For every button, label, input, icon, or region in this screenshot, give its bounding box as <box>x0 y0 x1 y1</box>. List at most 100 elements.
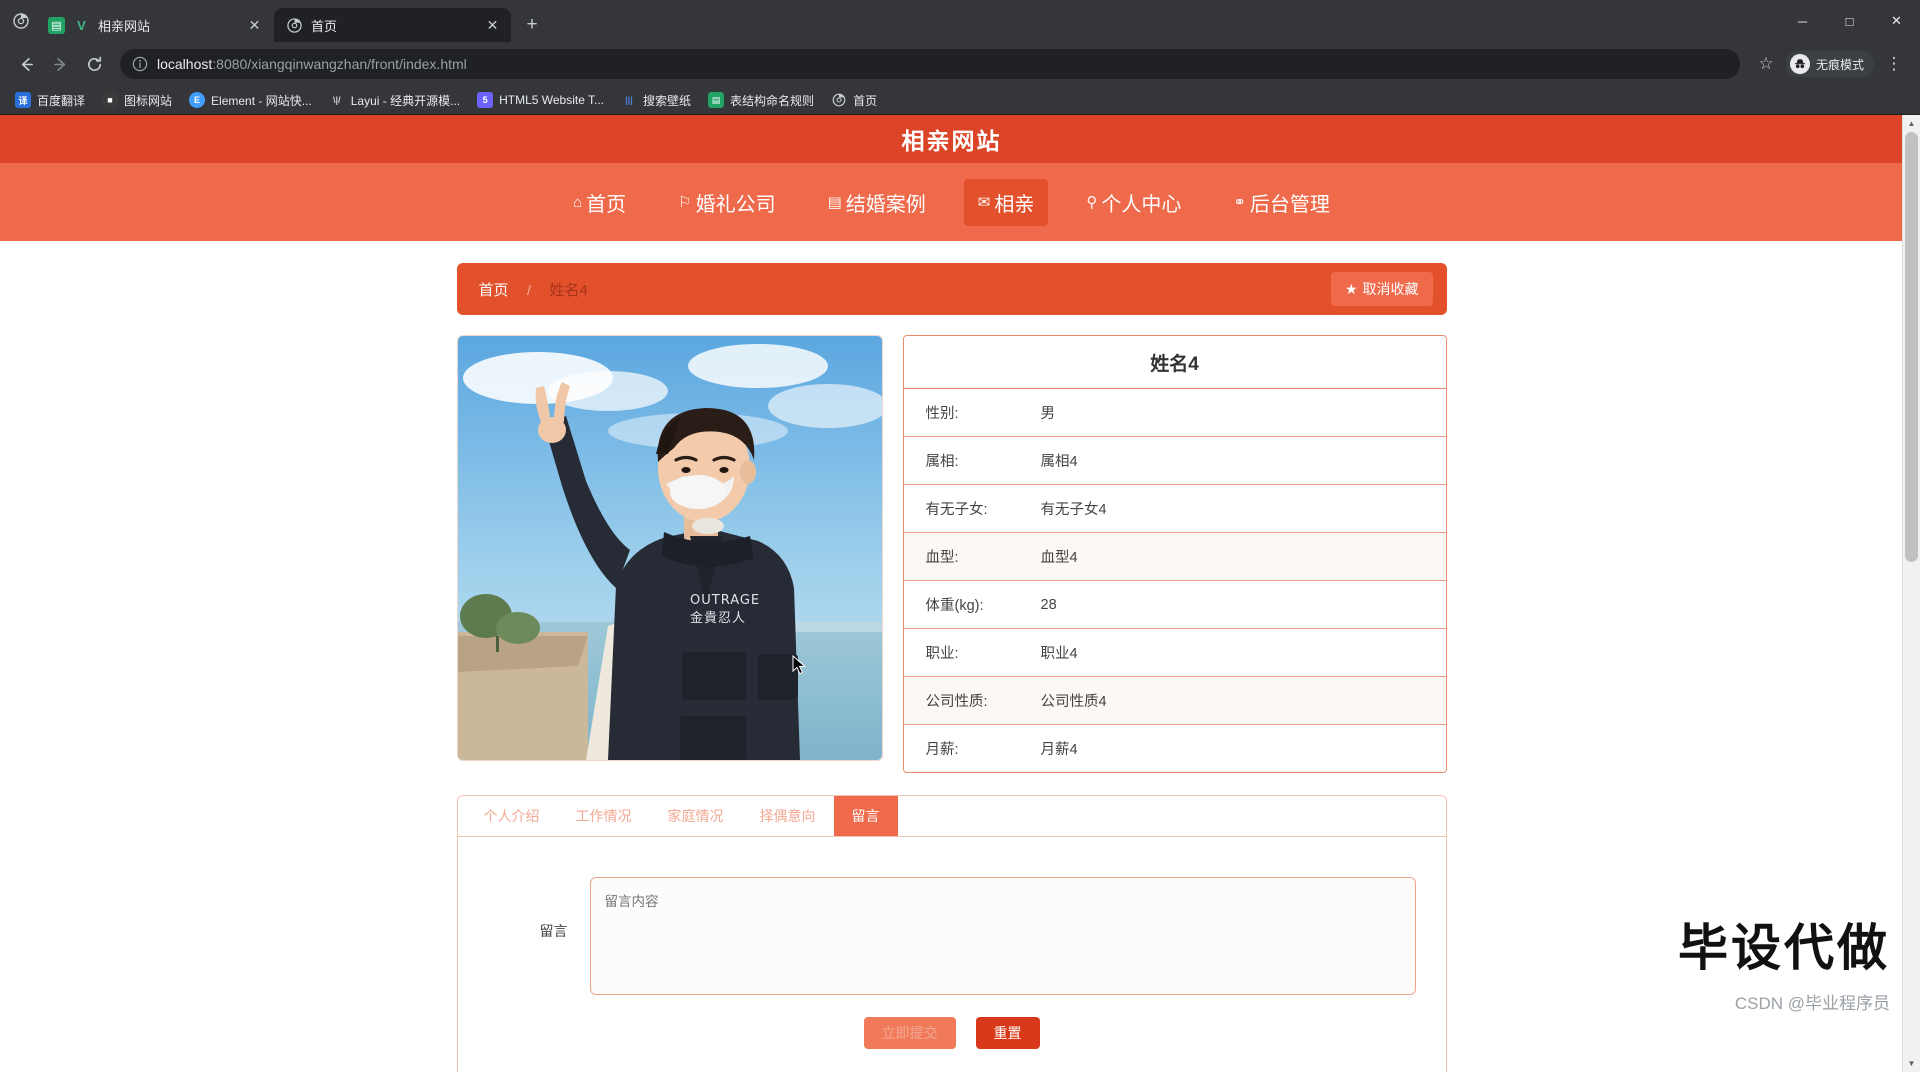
bookmarks-bar: 译百度翻译 ■ 图标网站 E Element - 网站快... \|/ Layui -… <box>0 86 1920 115</box>
browser-toolbar: localhost:8080/xiangqinwangzhan/front/in… <box>0 42 1920 86</box>
nav-item-dating[interactable]: ✉ 相亲 <box>963 178 1049 226</box>
tab-partner-preference[interactable]: 择偶意向 <box>742 796 834 836</box>
reset-button[interactable]: 重置 <box>975 1017 1040 1049</box>
breadcrumb-separator: / <box>526 281 531 298</box>
field-key: 血型: <box>925 550 959 566</box>
bookmark-favicon: ||| <box>625 95 633 105</box>
message-label: 留言 <box>539 923 568 939</box>
breadcrumb-home-link[interactable]: 首页 <box>479 282 509 299</box>
tab-favicon-globe-icon <box>286 17 303 34</box>
table-row: 属相: 属相4 <box>903 437 1446 485</box>
star-icon: ★ <box>1344 280 1358 297</box>
tab-personal-intro[interactable]: 个人介绍 <box>466 796 558 836</box>
nav-item-label: 首页 <box>586 193 627 216</box>
nav-item-label: 结婚案例 <box>845 193 926 216</box>
tab-close-icon[interactable]: ✕ <box>246 17 263 34</box>
cancel-favorite-label: 取消收藏 <box>1362 281 1419 297</box>
toolbar-right: ☆ 无痕模式 ⋮ <box>1750 48 1910 80</box>
nav-item-wedding-cases[interactable]: ▤ 结婚案例 <box>814 179 940 226</box>
bookmark-favicon: 译 <box>15 92 31 108</box>
bookmark-label: 百度翻译 <box>37 93 86 108</box>
bookmark-item[interactable]: \|/ Layui - 经典开源模... <box>322 89 467 112</box>
profile-photo[interactable]: OUTRAGE 金貴忍人 <box>456 335 883 761</box>
page-viewport: 相亲网站 ⌂ 首页 ⚐ 婚礼公司 ▤ 结婚案例 ✉ 相亲 ⚲ 个人中心 ⚭ 后台管理 首页 … <box>0 115 1920 1072</box>
nav-item-admin[interactable]: ⚭ 后台管理 <box>1219 179 1344 226</box>
field-value: 月薪4 <box>1040 742 1078 758</box>
incognito-badge[interactable]: 无痕模式 <box>1785 51 1874 77</box>
table-row: 血型: 血型4 <box>903 533 1446 581</box>
reload-icon[interactable] <box>78 48 110 80</box>
field-key: 体重(kg): <box>925 598 984 614</box>
site-title: 相亲网站 <box>901 128 1002 154</box>
bookmark-favicon: ▤ <box>708 92 725 108</box>
browser-tab-1[interactable]: ▤ V 相亲网站 ✕ <box>36 8 273 42</box>
message-textarea[interactable] <box>589 877 1416 995</box>
bookmark-item[interactable]: 译百度翻译 <box>8 89 92 112</box>
breadcrumb-current: 姓名4 <box>549 281 588 299</box>
chrome-menu-icon[interactable]: ⋮ <box>1878 48 1910 80</box>
envelope-icon: ✉ <box>977 194 991 211</box>
detail-tab-strip: 个人介绍 工作情况 家庭情况 择偶意向 留言 <box>457 796 1446 837</box>
scrollbar-thumb[interactable] <box>1905 132 1918 562</box>
tab-title: 相亲网站 <box>98 18 151 34</box>
browser-tab-2[interactable]: 首页 ✕ <box>274 8 511 42</box>
bookmark-item[interactable]: ||| 搜索壁纸 <box>614 89 698 112</box>
bookmark-item[interactable]: E Element - 网站快... <box>182 89 319 112</box>
nav-item-home[interactable]: ⌂ 首页 <box>559 179 640 226</box>
tab-messages[interactable]: 留言 <box>833 796 898 836</box>
profile-photo-image: OUTRAGE 金貴忍人 <box>457 336 882 760</box>
field-key: 有无子女: <box>925 502 988 518</box>
profile-name: 姓名4 <box>903 336 1446 389</box>
home-icon: ⌂ <box>573 193 583 211</box>
profile-detail: OUTRAGE 金貴忍人 姓名4 性别: 男 属相: 属相4 有无子女: 有无子… <box>456 335 1447 773</box>
message-form: 留言 立即提交 重置 <box>458 837 1446 1049</box>
window-maximize-button[interactable]: □ <box>1826 0 1873 42</box>
tab-work-situation[interactable]: 工作情况 <box>558 796 650 836</box>
bookmark-item[interactable]: ■ 图标网站 <box>95 89 179 112</box>
scroll-up-icon[interactable]: ▲ <box>1903 115 1920 132</box>
window-minimize-button[interactable]: ─ <box>1779 0 1826 42</box>
tab-favicon-vue: V <box>77 17 86 33</box>
mouse-cursor <box>792 654 808 682</box>
site-navigation: ⌂ 首页 ⚐ 婚礼公司 ▤ 结婚案例 ✉ 相亲 ⚲ 个人中心 ⚭ 后台管理 <box>0 163 1903 241</box>
back-icon[interactable] <box>10 48 42 80</box>
scroll-down-icon[interactable]: ▼ <box>1903 1055 1920 1072</box>
page-container: 首页 / 姓名4 ★ 取消收藏 OUTRAGE 金貴忍人 姓名4 性别: 男 属… <box>456 241 1447 1072</box>
breadcrumb-trail: 首页 / 姓名4 <box>479 279 588 300</box>
bookmark-favicon: ■ <box>102 92 119 108</box>
field-key: 月薪: <box>925 742 959 758</box>
page-scrollbar[interactable]: ▲ ▼ <box>1902 115 1920 1072</box>
window-close-button[interactable]: ✕ <box>1873 0 1920 42</box>
field-key: 性别: <box>925 406 959 422</box>
new-tab-button[interactable]: + <box>516 9 548 41</box>
bookmark-label: 表结构命名规则 <box>730 93 815 108</box>
bookmark-item[interactable]: 首页 <box>824 89 884 112</box>
field-value: 有无子女4 <box>1040 502 1107 518</box>
chrome-app-icon <box>6 0 36 42</box>
tab-title: 首页 <box>311 18 338 34</box>
breadcrumb: 首页 / 姓名4 ★ 取消收藏 <box>456 263 1447 315</box>
nav-item-personal-center[interactable]: ⚲ 个人中心 <box>1072 179 1195 226</box>
bookmark-item[interactable]: 5 HTML5 Website T... <box>470 89 611 111</box>
site-info-icon[interactable] <box>132 56 148 72</box>
submit-button[interactable]: 立即提交 <box>863 1017 956 1049</box>
bookmark-item[interactable]: ▤ 表结构命名规则 <box>701 89 821 112</box>
nav-item-label: 后台管理 <box>1249 193 1330 216</box>
address-bar[interactable]: localhost:8080/xiangqinwangzhan/front/in… <box>120 49 1740 79</box>
site-title-bar: 相亲网站 <box>0 115 1903 163</box>
field-value: 公司性质4 <box>1040 694 1107 710</box>
bookmark-star-icon[interactable]: ☆ <box>1750 48 1782 80</box>
cancel-favorite-button[interactable]: ★ 取消收藏 <box>1330 272 1433 306</box>
tab-family-situation[interactable]: 家庭情况 <box>650 796 742 836</box>
tab-close-icon[interactable]: ✕ <box>484 17 501 34</box>
field-value: 血型4 <box>1040 550 1078 566</box>
page-content: 相亲网站 ⌂ 首页 ⚐ 婚礼公司 ▤ 结婚案例 ✉ 相亲 ⚲ 个人中心 ⚭ 后台管理 首页 … <box>0 115 1903 1072</box>
forward-icon[interactable] <box>44 48 76 80</box>
flag-icon: ⚐ <box>678 194 692 211</box>
bookmark-label: 首页 <box>853 93 878 108</box>
grid-icon: ▤ <box>827 194 842 211</box>
bookmark-label: Element - 网站快... <box>211 93 312 108</box>
address-bar-url: localhost:8080/xiangqinwangzhan/front/in… <box>157 56 1728 72</box>
nav-item-wedding-company[interactable]: ⚐ 婚礼公司 <box>664 179 789 226</box>
url-host: localhost <box>157 56 213 72</box>
